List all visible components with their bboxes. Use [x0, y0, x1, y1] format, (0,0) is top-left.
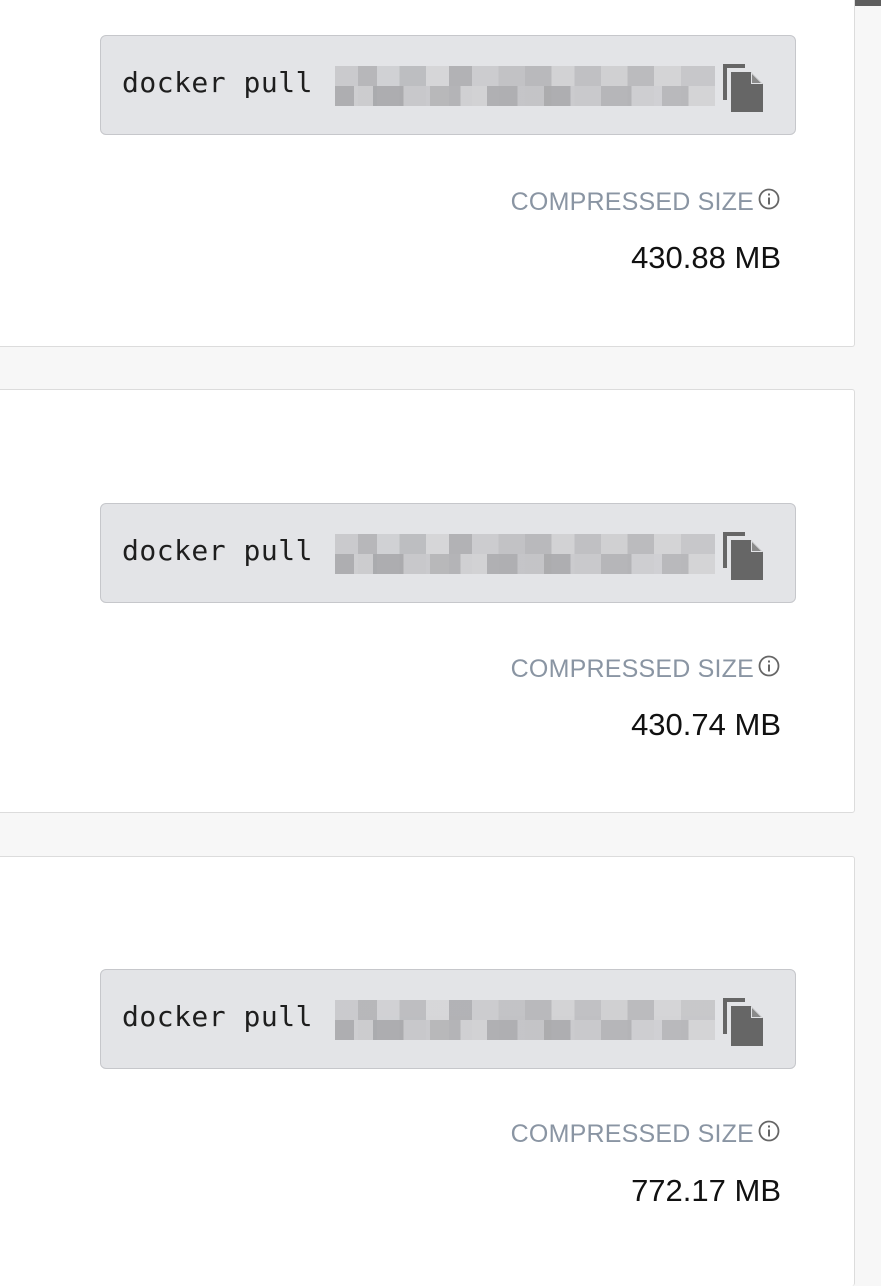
image-card: docker pull COMPRESSED SIZE 430.74 MB [0, 389, 855, 813]
docker-pull-command-box[interactable]: docker pull [100, 503, 796, 603]
info-icon[interactable] [758, 655, 780, 677]
info-icon[interactable] [758, 1120, 780, 1142]
compressed-size-value: 430.74 MB [631, 707, 781, 742]
copy-icon[interactable] [719, 528, 769, 582]
copy-icon[interactable] [719, 60, 769, 114]
redacted-image-name [335, 534, 715, 574]
docker-pull-command: docker pull [122, 1000, 313, 1033]
compressed-size-value: 772.17 MB [631, 1173, 781, 1208]
compressed-size-label: COMPRESSED SIZE [510, 1120, 754, 1148]
docker-pull-command: docker pull [122, 534, 313, 567]
docker-pull-command: docker pull [122, 66, 313, 99]
redacted-image-name [335, 66, 715, 106]
compressed-size-value: 430.88 MB [631, 240, 781, 275]
docker-pull-command-box[interactable]: docker pull [100, 35, 796, 135]
compressed-size-label: COMPRESSED SIZE [510, 188, 754, 216]
compressed-size-label: COMPRESSED SIZE [510, 655, 754, 683]
docker-pull-command-box[interactable]: docker pull [100, 969, 796, 1069]
image-card: docker pull COMPRESSED SIZE 772.17 MB [0, 856, 855, 1286]
redacted-image-name [335, 1000, 715, 1040]
copy-icon[interactable] [719, 994, 769, 1048]
image-card: docker pull COMPRESSED SIZE 430.88 MB [0, 0, 855, 347]
info-icon[interactable] [758, 188, 780, 210]
